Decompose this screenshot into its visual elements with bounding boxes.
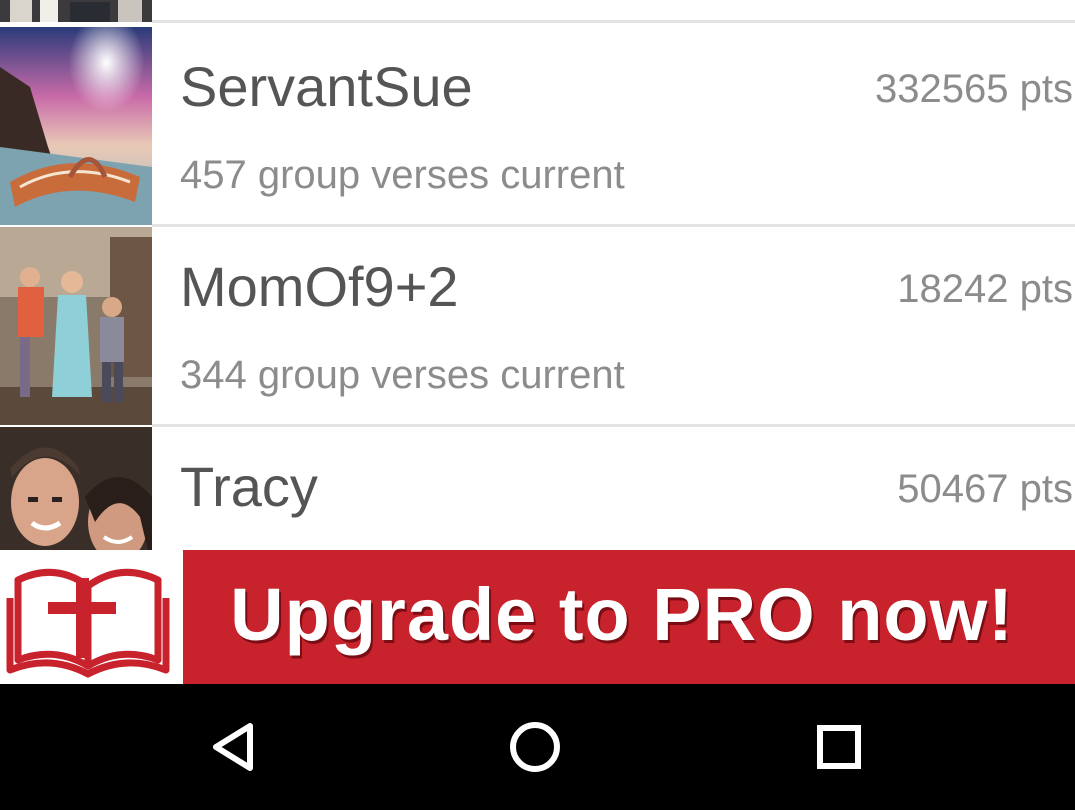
row-divider (152, 20, 1075, 23)
recents-button[interactable] (804, 712, 874, 782)
avatar (0, 0, 152, 22)
list-item[interactable]: MomOf9+2 18242 pts 344 group verses curr… (0, 227, 1075, 427)
user-name: Tracy (180, 455, 318, 518)
back-button[interactable] (198, 712, 268, 782)
screen: ServantSue 332565 pts 457 group verses c… (0, 0, 1075, 810)
list-item[interactable]: Tracy 50467 pts (0, 427, 1075, 550)
group-leaderboard-list[interactable]: ServantSue 332565 pts 457 group verses c… (0, 0, 1075, 550)
upgrade-pro-panel[interactable]: Upgrade to PRO now! (183, 550, 1075, 684)
home-button[interactable] (500, 712, 570, 782)
avatar (0, 427, 152, 550)
bible-cross-icon (0, 550, 183, 684)
recents-square-icon (817, 725, 861, 769)
avatar (0, 27, 152, 225)
avatar (0, 227, 152, 425)
upgrade-pro-label: Upgrade to PRO now! (230, 573, 1014, 656)
user-name: MomOf9+2 (180, 255, 459, 318)
user-name: ServantSue (180, 55, 473, 118)
list-item-partial[interactable] (0, 0, 1075, 23)
user-points: 50467 pts (897, 467, 1073, 511)
user-verse-count: 344 group verses current (180, 353, 625, 397)
home-circle-icon (510, 722, 560, 772)
system-navigation-bar (0, 684, 1075, 810)
back-triangle-icon (213, 723, 253, 771)
user-verse-count: 457 group verses current (180, 153, 625, 197)
upgrade-pro-banner[interactable]: Upgrade to PRO now! (0, 550, 1075, 684)
user-points: 18242 pts (897, 267, 1073, 311)
list-item[interactable]: ServantSue 332565 pts 457 group verses c… (0, 27, 1075, 227)
user-points: 332565 pts (875, 67, 1073, 111)
